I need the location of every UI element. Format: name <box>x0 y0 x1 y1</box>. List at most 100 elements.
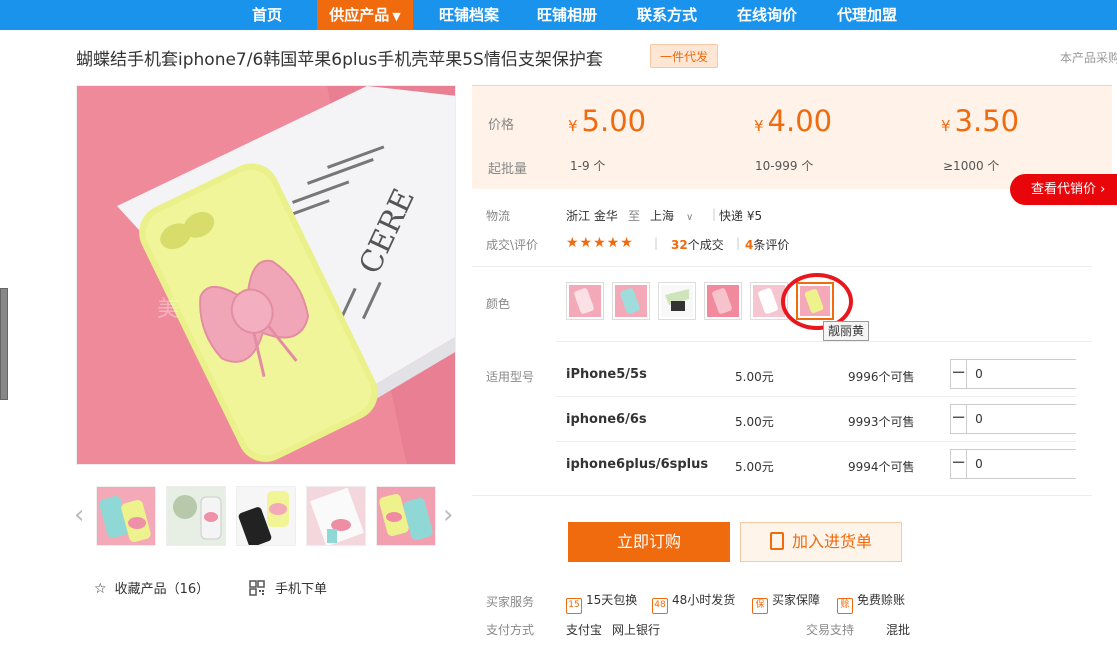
nav-item-agency[interactable]: 代理加盟 <box>822 0 912 30</box>
service-credit: 赊免费赊账 <box>837 591 905 614</box>
review-suffix: 条评价 <box>753 238 790 252</box>
ship-from: 浙江 金华 <box>566 209 618 223</box>
minus-button[interactable]: − <box>951 405 968 433</box>
model-stock: 9994个可售 <box>848 460 915 474</box>
row-divider <box>556 441 1076 442</box>
thumbnail[interactable] <box>236 486 296 546</box>
nav-item-inquiry[interactable]: 在线询价 <box>722 0 812 30</box>
nav-label: 代理加盟 <box>836 6 897 24</box>
service-buyer-protection: 保买家保障 <box>752 591 820 614</box>
dropship-badge: 一件代发 <box>650 44 718 68</box>
view-agent-price-button[interactable]: 查看代销价 › <box>1010 174 1117 205</box>
tier-price-value: 5.00 <box>581 104 647 138</box>
shield-icon: 保 <box>752 598 768 614</box>
tier-price-2: ¥4.00 <box>754 104 832 138</box>
model-stock: 9993个可售 <box>848 415 915 429</box>
quantity-input[interactable] <box>967 360 1117 388</box>
nav-item-shop-album[interactable]: 旺铺相册 <box>522 0 612 30</box>
deals-reviews-label: 成交\评价 <box>486 238 539 252</box>
quantity-input[interactable] <box>967 405 1117 433</box>
quantity-stepper: − + <box>950 404 1117 434</box>
ship-to-select[interactable]: 上海 ∨ <box>650 207 693 224</box>
nav-label: 旺铺档案 <box>438 6 499 24</box>
chevron-down-icon: ∨ <box>686 212 694 223</box>
divider: | <box>736 236 741 250</box>
credit-icon: 赊 <box>837 598 853 614</box>
tier-price-1: ¥5.00 <box>568 104 646 138</box>
tier-price-3: ¥3.50 <box>941 104 1019 138</box>
section-divider <box>556 341 1092 342</box>
thumb-next-arrow[interactable]: › <box>443 502 453 528</box>
price-label: 价格 <box>488 118 515 133</box>
color-swatch[interactable] <box>566 282 604 320</box>
color-swatch[interactable] <box>612 282 650 320</box>
currency-symbol: ¥ <box>754 117 764 135</box>
service-label: 48小时发货 <box>672 593 736 607</box>
qr-code-icon <box>249 580 265 596</box>
phone-case-photo: CERE 美 <box>77 86 455 464</box>
models-label: 适用型号 <box>486 370 535 384</box>
favorite-product-link[interactable]: ☆ 收藏产品（16） <box>94 578 209 597</box>
thumbnail[interactable] <box>376 486 436 546</box>
watermark-text: 美 <box>157 297 179 322</box>
nav-item-contact[interactable]: 联系方式 <box>622 0 712 30</box>
clipboard-icon <box>769 532 784 550</box>
tier-qty-1: 1-9 个 <box>570 159 606 173</box>
ship-to-word: 至 <box>628 209 641 223</box>
star-outline-icon: ☆ <box>94 581 107 597</box>
color-label: 颜色 <box>486 297 511 311</box>
nav-item-products[interactable]: 供应产品 ▼ <box>317 0 413 30</box>
favorite-label: 收藏产品（16） <box>114 582 210 597</box>
side-scroll-handle[interactable] <box>0 288 8 400</box>
quantity-stepper: − + <box>950 359 1117 389</box>
color-swatch[interactable] <box>704 282 742 320</box>
shipping-fee: 快递 ¥5 <box>719 209 763 223</box>
trade-support-value: 混批 <box>886 623 911 637</box>
minus-button[interactable]: − <box>951 360 968 388</box>
reviews-count-link[interactable]: 4条评价 <box>745 236 789 253</box>
deals-count-link[interactable]: 32个成交 <box>671 236 724 253</box>
buy-now-button[interactable]: 立即订购 <box>568 522 730 562</box>
service-label: 15天包换 <box>586 593 638 607</box>
model-name: iphone6/6s <box>566 412 647 427</box>
product-title: 蝴蝶结手机套iphone7/6韩国苹果6plus手机壳苹果5S情侣支架保护套 <box>76 50 603 70</box>
add-to-list-label: 加入进货单 <box>791 532 872 551</box>
payment-label: 支付方式 <box>486 623 535 637</box>
nav-label: 供应产品 <box>329 6 390 24</box>
rating-stars: ★★★★★ <box>566 235 634 251</box>
service-exchange: 15 15天包换 <box>566 591 637 614</box>
thumbnail[interactable] <box>96 486 156 546</box>
model-price: 5.00元 <box>735 460 774 474</box>
color-tooltip: 靓丽黄 <box>823 321 870 341</box>
deals-suffix: 个成交 <box>687 238 724 252</box>
nav-label: 首页 <box>251 6 282 24</box>
tier-qty-2: 10-999 个 <box>755 159 814 173</box>
color-swatch[interactable] <box>658 282 696 320</box>
add-to-purchase-list-button[interactable]: 加入进货单 <box>740 522 902 562</box>
thumbnail[interactable] <box>166 486 226 546</box>
service-fast-ship: 48 48小时发货 <box>652 591 735 614</box>
procurement-note: 本产品采购 <box>1060 51 1117 65</box>
thumb-prev-arrow[interactable]: ‹ <box>74 502 84 528</box>
model-name: iphone6plus/6splus <box>566 457 709 472</box>
nav-item-home[interactable]: 首页 <box>236 0 298 30</box>
row-divider <box>556 396 1076 397</box>
nav-item-shop-profile[interactable]: 旺铺档案 <box>424 0 514 30</box>
color-swatch[interactable] <box>750 282 788 320</box>
model-price: 5.00元 <box>735 370 774 384</box>
divider: | <box>654 236 659 250</box>
minus-button[interactable]: − <box>951 450 968 478</box>
buyer-services-label: 买家服务 <box>486 595 535 609</box>
moq-label: 起批量 <box>488 162 528 177</box>
color-swatch-selected[interactable] <box>796 282 834 320</box>
thumbnail[interactable] <box>306 486 366 546</box>
ship-to-value: 上海 <box>650 209 675 223</box>
mobile-order-label: 手机下单 <box>275 582 328 597</box>
service-label: 买家保障 <box>772 593 821 607</box>
quantity-input[interactable] <box>967 450 1117 478</box>
price-panel: 价格 起批量 ¥5.00 1-9 个 ¥4.00 10-999 个 ¥3.50 … <box>472 85 1112 189</box>
service-label: 免费赊账 <box>857 593 906 607</box>
tier-price-value: 4.00 <box>767 104 833 138</box>
mobile-order-link[interactable]: 手机下单 <box>249 578 327 597</box>
section-divider <box>472 266 1092 267</box>
